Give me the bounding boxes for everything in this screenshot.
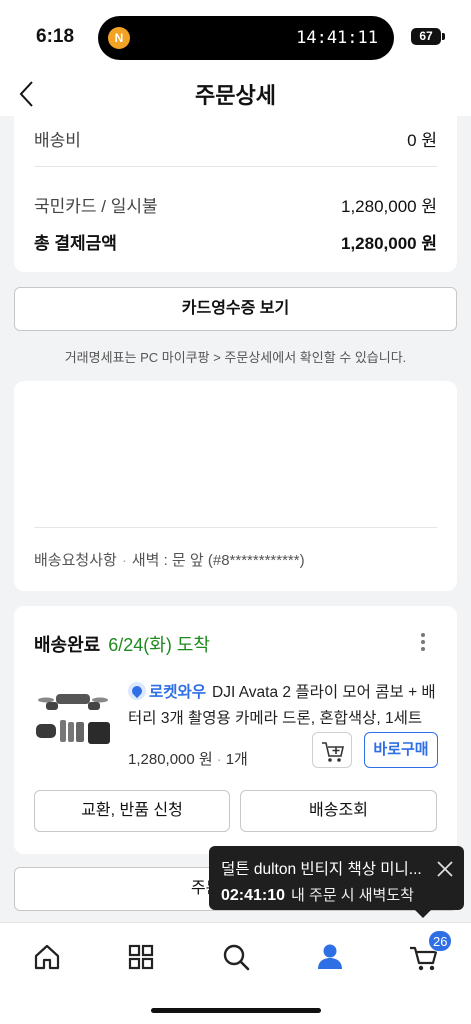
divider xyxy=(34,527,437,528)
toast-message: 내 주문 시 새벽도착 xyxy=(291,887,414,904)
delivery-request-label: 배송요청사항 xyxy=(34,552,117,569)
total-label: 총 결제금액 xyxy=(34,234,117,253)
product-price: 1,280,000 원 · 1개 xyxy=(128,751,248,768)
card-payment-row: 국민카드 / 일시불 1,280,000 원 xyxy=(34,192,437,217)
card-payment-label: 국민카드 / 일시불 xyxy=(34,197,158,216)
home-indicator[interactable] xyxy=(151,1008,321,1013)
arrival-date: 6/24(화) 도착 xyxy=(108,635,210,655)
total-value: 1,280,000 원 xyxy=(341,234,437,253)
add-to-cart-button[interactable] xyxy=(312,732,352,768)
rocket-icon xyxy=(128,682,146,700)
divider xyxy=(34,166,437,167)
status-bar: 6:18 N 14:41:11 67 xyxy=(0,0,471,74)
buy-now-button[interactable]: 바로구매 xyxy=(364,732,438,768)
close-icon[interactable] xyxy=(436,860,454,878)
home-icon[interactable] xyxy=(27,937,67,977)
page-header: 주문상세 xyxy=(0,74,471,116)
quantity-value: 1개 xyxy=(225,751,248,768)
delivery-request-type: 새벽 : 문 앞 xyxy=(131,552,204,569)
more-options-icon[interactable] xyxy=(415,630,431,654)
toast-countdown: 02:41:10 xyxy=(221,887,286,904)
delivery-status: 배송완료 6/24(화) 도착 xyxy=(34,631,210,657)
toast-subtitle: 02:41:10 내 주문 시 새벽도착 xyxy=(221,884,464,905)
total-row: 총 결제금액 1,280,000 원 xyxy=(34,229,437,254)
price-value: 1,280,000 원 xyxy=(128,751,213,768)
statement-notice: 거래명세표는 PC 마이쿠팡 > 주문상세에서 확인할 수 있습니다. xyxy=(64,350,407,365)
status-time: 6:18 xyxy=(36,26,75,47)
toast-title: 덜튼 dulton 빈티지 책상 미니... xyxy=(221,861,422,878)
page-title: 주문상세 xyxy=(195,83,276,108)
track-delivery-button[interactable]: 배송조회 xyxy=(240,790,437,832)
shipping-fee-row: 배송비 0 원 xyxy=(34,126,437,151)
cart-count-badge: 26 xyxy=(428,930,453,952)
card-receipt-button[interactable]: 카드영수증 보기 xyxy=(14,287,457,331)
delivery-status-label: 배송완료 xyxy=(34,635,101,655)
delivery-request: 배송요청사항 · 새벽 : 문 앞 (#8************) xyxy=(34,552,305,569)
battery-icon: 67 xyxy=(411,28,445,45)
category-icon[interactable] xyxy=(121,937,161,977)
product-thumbnail[interactable] xyxy=(32,676,114,756)
island-app-icon: N xyxy=(108,27,130,49)
card-payment-value: 1,280,000 원 xyxy=(341,197,437,216)
rocket-wow-label: 로켓와우 xyxy=(149,684,207,701)
my-coupang-icon[interactable] xyxy=(310,937,350,977)
search-icon[interactable] xyxy=(216,937,256,977)
payment-summary-card: 배송비 0 원 국민카드 / 일시불 1,280,000 원 총 결제금액 1,… xyxy=(14,116,457,272)
island-timer: 14:41:11 xyxy=(296,28,378,48)
dynamic-island[interactable]: N 14:41:11 xyxy=(98,16,394,60)
shipping-fee-label: 배송비 xyxy=(34,131,81,150)
delivery-request-code: (#8************) xyxy=(207,552,305,569)
delivery-address-card: 배송요청사항 · 새벽 : 문 앞 (#8************) xyxy=(14,381,457,591)
product-title[interactable]: 로켓와우 DJI Avata 2 플라이 모어 콤보 + 배터리 3개 촬영용 카… xyxy=(128,680,439,732)
order-item-card: 배송완료 6/24(화) 도착 로켓와우 DJI Avata 2 플라이 모어 콤보… xyxy=(14,606,457,854)
shipping-fee-value: 0 원 xyxy=(407,131,437,150)
recommendation-toast[interactable]: 덜튼 dulton 빈티지 책상 미니... 02:41:10 내 주문 시 새벽… xyxy=(209,846,464,918)
cart-plus-icon xyxy=(322,742,344,762)
exchange-return-button[interactable]: 교환, 반품 신청 xyxy=(34,790,230,832)
